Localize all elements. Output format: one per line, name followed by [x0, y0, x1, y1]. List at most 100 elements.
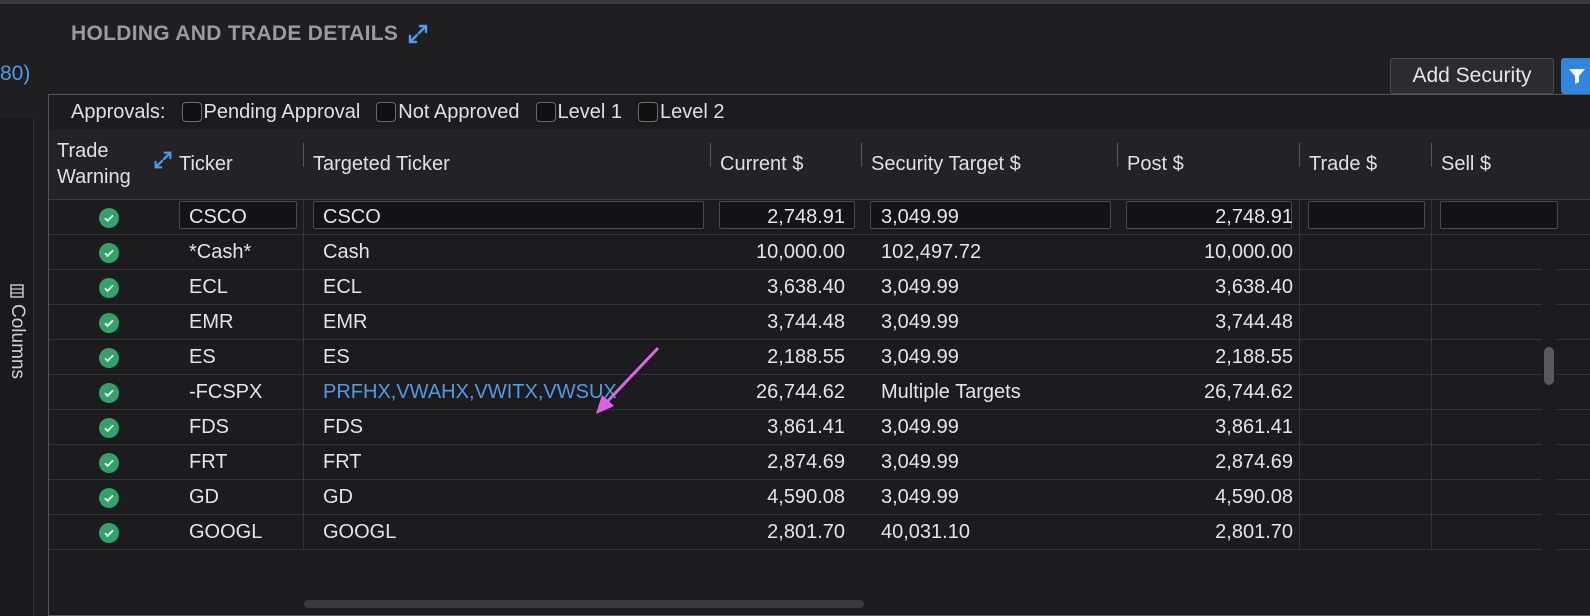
- current-cell: 2,874.69: [767, 451, 845, 473]
- column-header-current[interactable]: Current $: [720, 129, 860, 199]
- column-header-security-target[interactable]: Security Target $: [871, 129, 1116, 199]
- security-target-cell: 3,049.99: [881, 486, 959, 508]
- left-link[interactable]: 80): [0, 62, 30, 86]
- column-header-post[interactable]: Post $: [1127, 129, 1297, 199]
- approval-level-1[interactable]: Level 1: [535, 100, 623, 124]
- cell-divider: [1431, 375, 1432, 410]
- table-row[interactable]: ES ES 2,188.55 3,049.99 2,188.55: [49, 340, 1590, 375]
- cell-divider: [303, 480, 304, 515]
- cell-divider: [1431, 235, 1432, 270]
- cell-divider: [303, 270, 304, 305]
- columns-tab-label: Columns: [7, 304, 28, 379]
- cell-divider: [303, 200, 304, 235]
- panel-title: HOLDING AND TRADE DETAILS: [71, 22, 430, 46]
- column-header-sell[interactable]: Sell $: [1441, 129, 1551, 199]
- post-cell: 2,748.91: [1215, 206, 1293, 228]
- cell-divider: [1431, 200, 1432, 235]
- column-separator[interactable]: [1117, 143, 1118, 167]
- status-cell: [99, 480, 123, 515]
- column-header-ticker[interactable]: Ticker: [179, 129, 299, 199]
- approval-not-approved[interactable]: Not Approved: [376, 101, 520, 124]
- ticker-cell: -FCSPX: [189, 381, 263, 403]
- column-separator[interactable]: [1431, 143, 1432, 167]
- post-cell: 4,590.08: [1215, 486, 1293, 508]
- post-cell: 2,188.55: [1215, 346, 1293, 368]
- check-circle-icon: [99, 312, 119, 333]
- security-target-cell: 3,049.99: [881, 276, 959, 298]
- header-label: Trade: [57, 140, 109, 162]
- filter-icon: [1569, 69, 1585, 84]
- table-row[interactable]: FRT FRT 2,874.69 3,049.99 2,874.69: [49, 445, 1590, 480]
- status-cell: [99, 305, 123, 340]
- check-circle-icon: [99, 417, 119, 438]
- vertical-scrollbar[interactable]: [1542, 235, 1556, 615]
- approvals-bar: Approvals: Pending Approval Not Approved…: [49, 95, 1590, 130]
- current-cell: 2,801.70: [767, 521, 845, 543]
- column-header-trade-warning[interactable]: Trade Warning: [57, 129, 167, 199]
- cell-divider: [1299, 340, 1300, 375]
- cell-divider: [1431, 340, 1432, 375]
- check-circle-icon: [99, 242, 119, 263]
- cell-divider: [1299, 445, 1300, 480]
- annotation-arrow-icon: [596, 346, 660, 414]
- checkbox[interactable]: [535, 102, 556, 122]
- table-row[interactable]: GD GD 4,590.08 3,049.99 4,590.08: [49, 480, 1590, 515]
- check-circle-icon: [99, 207, 119, 228]
- status-cell: [99, 235, 123, 270]
- table-row[interactable]: -FCSPX PRFHX,VWAHX,VWITX,VWSUX 26,744.62…: [49, 375, 1590, 410]
- header-label: Warning: [57, 166, 131, 188]
- cell-divider: [303, 235, 304, 270]
- cell-divider: [1299, 270, 1300, 305]
- ticker-cell: EMR: [189, 311, 234, 333]
- targeted-ticker-cell: EMR: [323, 311, 368, 333]
- cell-divider: [303, 305, 304, 340]
- approval-option-label: Level 1: [557, 100, 623, 123]
- approval-level-2[interactable]: Level 2: [638, 101, 725, 124]
- columns-tab[interactable]: Columns: [4, 284, 30, 404]
- column-header-targeted-ticker[interactable]: Targeted Ticker: [313, 129, 703, 199]
- add-security-button[interactable]: Add Security: [1390, 58, 1554, 94]
- check-circle-icon: [99, 277, 119, 298]
- cell-divider: [1431, 305, 1432, 340]
- header-row: Trade Warning Ticker Targeted Ticker Cur…: [49, 129, 1590, 229]
- current-cell: 3,638.40: [767, 276, 845, 298]
- security-target-cell: 3,049.99: [881, 311, 959, 333]
- filter-button[interactable]: [1561, 58, 1590, 94]
- checkbox[interactable]: [181, 102, 202, 122]
- cell-divider: [1431, 270, 1432, 305]
- table-row[interactable]: ECL ECL 3,638.40 3,049.99 3,638.40: [49, 270, 1590, 305]
- post-cell: 26,744.62: [1204, 381, 1293, 403]
- checkbox[interactable]: [376, 102, 397, 122]
- check-circle-icon: [99, 347, 119, 368]
- post-cell: 2,801.70: [1215, 521, 1293, 543]
- column-separator[interactable]: [861, 143, 862, 167]
- expand-icon[interactable]: [406, 22, 430, 46]
- cell-divider: [1431, 445, 1432, 480]
- checkbox[interactable]: [638, 102, 658, 122]
- column-header-trade[interactable]: Trade $: [1309, 129, 1429, 199]
- targeted-ticker-cell: Cash: [323, 241, 370, 263]
- post-cell: 3,744.48: [1215, 311, 1293, 333]
- resize-icon[interactable]: [152, 149, 174, 171]
- table-row[interactable]: *Cash* Cash 10,000.00 102,497.72 10,000.…: [49, 235, 1590, 270]
- horizontal-scrollbar[interactable]: [304, 600, 864, 608]
- current-cell: 2,188.55: [767, 346, 845, 368]
- targeted-ticker-cell: FRT: [323, 451, 362, 473]
- table-row[interactable]: GOOGL GOOGL 2,801.70 40,031.10 2,801.70: [49, 515, 1590, 550]
- targeted-ticker-cell: ECL: [323, 276, 362, 298]
- table-row[interactable]: CSCO CSCO 2,748.91 3,049.99 2,748.91: [49, 200, 1590, 235]
- column-separator[interactable]: [303, 143, 304, 167]
- ticker-cell: *Cash*: [189, 241, 252, 263]
- cell-divider: [1299, 410, 1300, 445]
- column-separator[interactable]: [1299, 143, 1300, 167]
- cell-divider: [1431, 410, 1432, 445]
- scrollbar-thumb[interactable]: [1544, 347, 1554, 385]
- columns-icon: [10, 284, 24, 298]
- table-row[interactable]: EMR EMR 3,744.48 3,049.99 3,744.48: [49, 305, 1590, 340]
- security-target-cell: 3,049.99: [881, 206, 959, 228]
- approval-pending[interactable]: Pending Approval: [181, 101, 360, 124]
- targeted-ticker-cell: GD: [323, 486, 353, 508]
- table-row[interactable]: FDS FDS 3,861.41 3,049.99 3,861.41: [49, 410, 1590, 445]
- column-separator[interactable]: [710, 143, 711, 167]
- cell-divider: [1299, 305, 1300, 340]
